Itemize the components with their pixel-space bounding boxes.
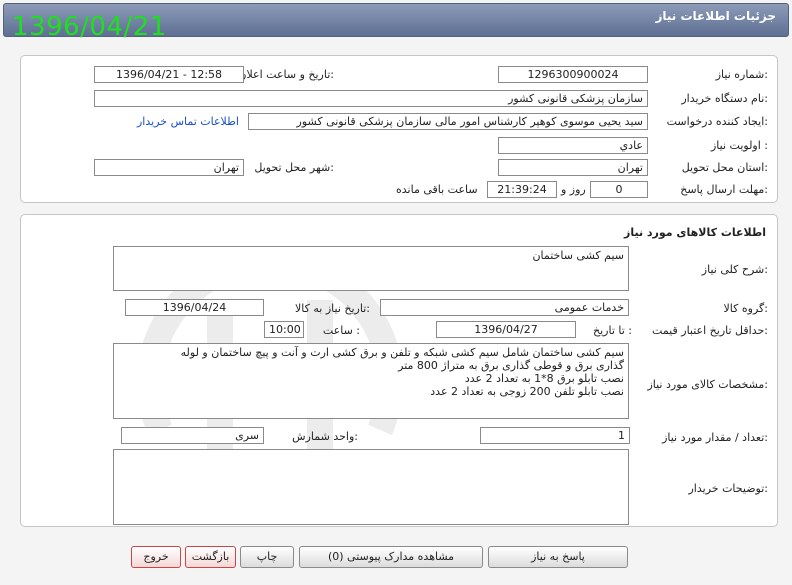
exit-button[interactable]: خروج bbox=[131, 546, 181, 568]
province-field: تهران bbox=[498, 159, 648, 176]
group-field: خدمات عمومی bbox=[380, 299, 629, 316]
to-date-field: 1396/04/27 bbox=[436, 321, 576, 338]
spec-line: گذاری برق و قوطی گذاری برق به متراژ 800 … bbox=[398, 359, 624, 372]
requester-label: ایجاد کننده درخواست: bbox=[666, 115, 768, 128]
deadline-label: مهلت ارسال پاسخ: bbox=[680, 183, 768, 196]
attachments-button[interactable]: مشاهده مدارک پیوستی (0) bbox=[299, 546, 483, 568]
need-number-field: 1296300900024 bbox=[498, 66, 648, 83]
buyer-org-field: سازمان پزشکی قانونی کشور bbox=[94, 90, 648, 107]
requester-field: سید یحیی موسوی کوهپر کارشناس امور مالی س… bbox=[248, 113, 648, 130]
days-field: 0 bbox=[590, 181, 648, 198]
buyer-notes-label: توضیحات خریدار: bbox=[688, 482, 769, 495]
buyer-org-label: نام دستگاه خریدار: bbox=[681, 92, 768, 105]
hour-field: 10:00 bbox=[264, 321, 304, 338]
spec-line: نصب تابلو تلفن 200 زوجی به تعداد 2 عدد bbox=[430, 385, 624, 398]
time-unit: ساعت باقی مانده bbox=[396, 183, 478, 196]
province-label: استان محل تحویل: bbox=[681, 161, 768, 174]
summary-textarea[interactable]: سیم کشی ساختمان bbox=[113, 246, 629, 291]
need-number-label: شماره نیاز: bbox=[715, 68, 768, 81]
spec-textarea[interactable]: سیم کشی ساختمان شامل سیم کشی شبکه و تلفن… bbox=[113, 343, 629, 419]
buyer-notes-textarea[interactable] bbox=[113, 449, 629, 525]
spec-line: سیم کشی ساختمان شامل سیم کشی شبکه و تلفن… bbox=[180, 346, 624, 359]
spec-line: نصب تابلو برق 8*1 به تعداد 2 عدد bbox=[464, 372, 624, 385]
days-unit: روز و bbox=[561, 183, 586, 196]
validity-label: حداقل تاریخ اعتبار قیمت: bbox=[652, 324, 768, 337]
unit-label: واحد شمارش: bbox=[292, 430, 358, 443]
spec-label: مشخصات کالای مورد نیاز: bbox=[647, 378, 768, 391]
page-title: جزئیات اطلاعات نیاز bbox=[655, 9, 776, 23]
priority-field: عادي bbox=[498, 137, 648, 154]
group-label: گروه کالا: bbox=[723, 302, 768, 315]
goods-section-title: اطلاعات کالاهای مورد نیاز bbox=[624, 226, 766, 239]
time-field: 21:39:24 bbox=[487, 181, 557, 198]
qty-label: تعداد / مقدار مورد نیاز: bbox=[662, 431, 768, 444]
hour-label: ساعت : bbox=[322, 324, 360, 337]
need-date-label: تاریخ نیاز به کالا: bbox=[295, 302, 370, 315]
back-button[interactable]: بازگشت bbox=[185, 546, 236, 568]
priority-label: اولویت نیاز : bbox=[710, 139, 768, 152]
summary-label: شرح کلی نیاز: bbox=[701, 263, 768, 276]
date-stamp: 1396/04/21 bbox=[12, 12, 167, 42]
city-field: تهران bbox=[94, 159, 244, 176]
print-button[interactable]: چاپ bbox=[240, 546, 294, 568]
to-date-label: تا تاریخ : bbox=[593, 324, 632, 337]
contact-buyer-link[interactable]: اطلاعات تماس خریدار bbox=[137, 115, 239, 128]
contact-buyer-link-text[interactable]: اطلاعات تماس خریدار bbox=[137, 115, 239, 128]
need-date-field: 1396/04/24 bbox=[125, 299, 264, 316]
summary-text: سیم کشی ساختمان bbox=[532, 249, 624, 262]
unit-field: سری bbox=[121, 427, 264, 444]
city-label: شهر محل تحویل: bbox=[254, 161, 334, 174]
qty-field: 1 bbox=[480, 427, 630, 444]
reply-button[interactable]: پاسخ به نیاز bbox=[488, 546, 628, 568]
announce-field: 1396/04/21 - 12:58 bbox=[94, 66, 244, 83]
